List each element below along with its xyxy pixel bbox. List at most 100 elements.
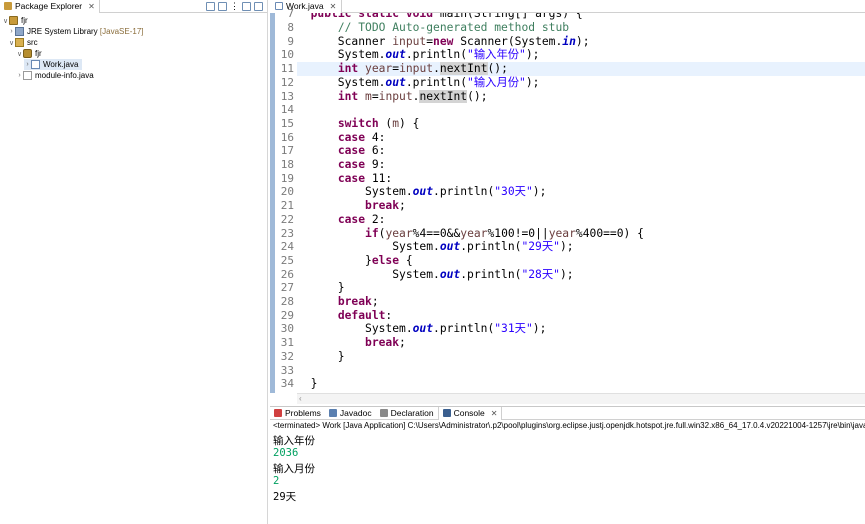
code-token: input (399, 62, 434, 76)
line-number: 32 (280, 349, 294, 363)
tab-declaration[interactable]: Declaration (376, 407, 438, 420)
line-number: 23 (280, 226, 294, 240)
horizontal-scrollbar[interactable]: ‹ (297, 393, 865, 404)
code-token: "30天" (494, 185, 533, 199)
tree-item-label: fjr (21, 16, 28, 25)
code-line: System.out.println("30天"); (297, 185, 547, 199)
code-line: case 2: (337, 212, 386, 226)
line-number: 9 (287, 34, 294, 48)
code-token: case (337, 158, 366, 171)
code-token: "31天" (494, 322, 533, 336)
line-number-gutter: 7 8 9 10 11 12 13 14 15 16 17 18 19 20 2… (275, 7, 297, 393)
code-token: case (337, 144, 366, 158)
code-token: public static void (310, 13, 434, 20)
problems-icon (274, 409, 282, 417)
tab-problems[interactable]: Problems (270, 407, 325, 420)
code-token: m (365, 89, 372, 103)
code-line: public static void main(String[] args) { (297, 13, 865, 21)
tab-label: Javadoc (339, 408, 372, 418)
chevron-right-icon[interactable]: › (8, 28, 15, 35)
code-line: case 4: (337, 130, 386, 144)
tree-item-module-info[interactable]: › module-info.java (16, 70, 94, 81)
tree-item-work-java[interactable]: › Work.java (24, 59, 83, 70)
library-icon (15, 27, 24, 36)
code-line: }else { (297, 253, 413, 267)
code-token: out (385, 75, 406, 89)
code-token: case (337, 212, 366, 226)
line-number: 14 (280, 103, 294, 117)
line-number: 19 (280, 171, 294, 185)
close-icon[interactable]: ✕ (88, 2, 95, 11)
tab-label: Problems (285, 408, 321, 418)
chevron-down-icon[interactable]: ∨ (8, 39, 15, 47)
chevron-down-icon[interactable]: ∨ (16, 50, 23, 58)
code-token: in (562, 34, 576, 48)
console-icon (442, 409, 451, 417)
code-line: break; (365, 336, 406, 350)
code-line: } (297, 377, 318, 391)
code-line: System.out.println("输入年份"); (297, 48, 540, 62)
code-line: case 6: (337, 144, 386, 158)
close-icon[interactable]: ✕ (491, 409, 498, 418)
code-line: System.out.println("31天"); (297, 322, 547, 336)
code-token: "输入月份" (467, 75, 526, 89)
package-explorer-icon (4, 2, 12, 10)
maximize-icon[interactable] (254, 1, 263, 11)
chevron-right-icon[interactable]: › (24, 61, 31, 68)
line-number: 31 (280, 336, 294, 350)
tree-item-package[interactable]: ∨ fjr (16, 48, 42, 59)
console-input-line: 2036 (273, 447, 299, 459)
code-token: out (412, 322, 434, 336)
code-line: case 9: (337, 158, 386, 171)
collapse-all-icon[interactable] (206, 1, 215, 11)
code-token: nextInt (419, 89, 468, 103)
code-line: int m=input.nextInt(); (337, 89, 488, 103)
code-area[interactable]: public static void main(String[] args) {… (297, 13, 865, 393)
code-token: case (337, 171, 366, 185)
code-line: break; (365, 199, 406, 213)
tree-item-decoration: [JavaSE-17] (99, 27, 144, 36)
tab-label: Console (453, 408, 485, 418)
code-token: new (433, 34, 454, 48)
line-number: 29 (280, 308, 294, 322)
code-line: int year=input.nextInt(); (297, 62, 865, 76)
tab-console[interactable]: Console ✕ (437, 406, 503, 420)
close-icon[interactable]: ✕ (330, 2, 337, 11)
tree-item-jre-library[interactable]: › JRE System Library [JavaSE-17] (8, 26, 144, 37)
line-number: 26 (280, 267, 294, 281)
link-with-editor-icon[interactable] (218, 1, 227, 11)
chevron-down-icon[interactable]: ∨ (2, 17, 9, 25)
source-folder-icon (15, 38, 24, 47)
code-token: int (337, 89, 359, 103)
line-number: 8 (287, 21, 294, 34)
line-number: 27 (280, 281, 294, 295)
code-token: m (392, 116, 400, 130)
tab-package-explorer[interactable]: Package Explorer ✕ (0, 0, 100, 13)
line-number: 13 (280, 89, 294, 103)
code-token: "28天" (521, 267, 560, 281)
view-menu-icon[interactable]: ⋮ (230, 1, 239, 11)
package-explorer-tabbar: Package Explorer ✕ ⋮ (0, 0, 267, 13)
java-file-icon (31, 60, 40, 69)
chevron-right-icon[interactable]: › (16, 72, 23, 79)
line-number: 30 (280, 322, 294, 336)
code-token: input (392, 34, 427, 48)
editor-tabbar: Work.java ✕ (270, 0, 865, 13)
line-number: 16 (280, 130, 294, 144)
console-input-line: 2 (273, 475, 280, 487)
scroll-left-icon[interactable]: ‹ (299, 394, 302, 403)
tab-javadoc[interactable]: Javadoc (325, 407, 376, 420)
code-token: out (385, 48, 406, 62)
code-token: case (337, 130, 366, 144)
code-line: System.out.println("29天"); (297, 240, 574, 254)
tree-item-project[interactable]: ∨ fjr (2, 15, 28, 26)
code-token: // TODO Auto-generated method stub (337, 21, 570, 34)
code-token: out (439, 240, 461, 254)
code-line: } (297, 349, 345, 363)
line-number: 15 (280, 116, 294, 130)
code-token: switch (337, 116, 379, 130)
minimize-icon[interactable] (242, 1, 251, 11)
tree-item-src[interactable]: ∨ src (8, 37, 38, 48)
code-line: if(year%4==0&&year%100!=0||year%400==0) … (365, 226, 644, 240)
